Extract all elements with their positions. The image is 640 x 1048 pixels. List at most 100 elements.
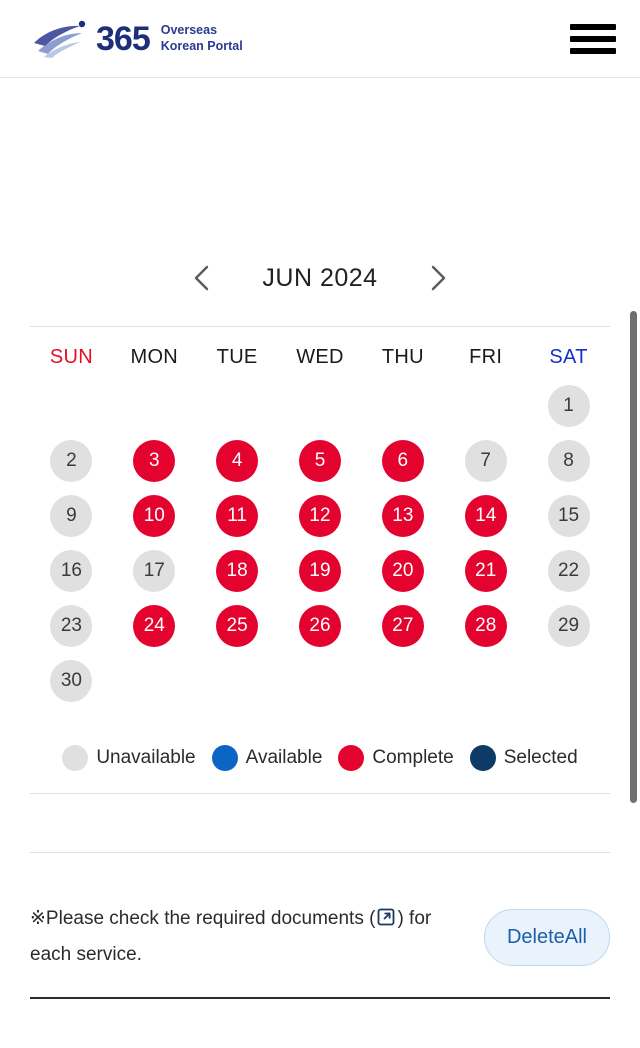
notice-text-before: ※Please check the required documents ( — [30, 908, 376, 929]
calendar-day-cell: 22 — [527, 548, 610, 593]
calendar-day-empty — [50, 385, 92, 427]
calendar-day-cell: 29 — [527, 603, 610, 648]
calendar-day-cell — [444, 658, 527, 703]
legend-label: Complete — [372, 747, 454, 768]
calendar-day-27[interactable]: 27 — [381, 604, 424, 647]
calendar-day-empty — [548, 660, 590, 702]
calendar-day-2: 2 — [50, 439, 93, 482]
calendar-day-cell — [196, 658, 279, 703]
calendar-day-cell: 8 — [527, 438, 610, 483]
brand-line-1: Overseas — [160, 23, 218, 38]
external-link-icon[interactable] — [376, 906, 396, 939]
calendar-day-26[interactable]: 26 — [298, 604, 341, 647]
calendar-day-10[interactable]: 10 — [133, 494, 176, 537]
calendar-day-cell: 12 — [279, 493, 362, 538]
calendar-day-cell — [113, 383, 196, 428]
calendar-day-empty — [216, 385, 258, 427]
calendar-day-cell: 19 — [279, 548, 362, 593]
legend-label: Available — [245, 747, 323, 768]
bottom-divider — [30, 997, 610, 1000]
calendar-day-14[interactable]: 14 — [464, 494, 507, 537]
calendar-day-cell: 6 — [361, 438, 444, 483]
calendar-day-cell: 5 — [279, 438, 362, 483]
calendar-day-cell: 28 — [444, 603, 527, 648]
calendar-day-empty — [133, 660, 175, 702]
vertical-scrollbar[interactable] — [630, 233, 637, 803]
site-header: 365 Overseas Korean Portal — [0, 0, 640, 78]
calendar-day-16: 16 — [50, 549, 93, 592]
calendar-day-cell: 10 — [113, 493, 196, 538]
calendar-day-cell: 9 — [30, 493, 113, 538]
hamburger-menu-icon[interactable] — [570, 21, 616, 57]
calendar-day-cell — [196, 383, 279, 428]
brand-logo[interactable]: 365 Overseas Korean Portal — [30, 17, 243, 61]
calendar-day-empty — [299, 385, 341, 427]
calendar-day-cell: 4 — [196, 438, 279, 483]
hamburger-bar — [570, 47, 616, 54]
calendar-day-cell: 14 — [444, 493, 527, 538]
calendar-day-cell: 16 — [30, 548, 113, 593]
calendar-day-empty — [382, 660, 424, 702]
required-documents-notice: ※Please check the required documents ( )… — [30, 903, 460, 971]
calendar-day-cell — [527, 658, 610, 703]
calendar-day-24[interactable]: 24 — [133, 604, 176, 647]
calendar-day-25[interactable]: 25 — [216, 604, 259, 647]
legend-item-selected: Selected — [469, 745, 578, 771]
booking-calendar: JUN 2024 SUN MON TUE WED THU FRI SAT 123… — [0, 78, 640, 793]
calendar-day-cell — [444, 383, 527, 428]
scrollbar-thumb[interactable] — [630, 311, 637, 803]
weekday-thu: THU — [381, 346, 424, 368]
calendar-day-20[interactable]: 20 — [381, 549, 424, 592]
calendar-day-cell: 26 — [279, 603, 362, 648]
calendar-day-cell — [113, 658, 196, 703]
calendar-day-cell: 7 — [444, 438, 527, 483]
calendar-day-23: 23 — [50, 604, 93, 647]
calendar-month-label: JUN 2024 — [262, 263, 378, 292]
calendar-day-cell: 30 — [30, 658, 113, 703]
legend-label: Unavailable — [96, 747, 196, 768]
calendar-day-17: 17 — [133, 549, 176, 592]
legend-dot-icon — [211, 745, 238, 771]
calendar-day-empty — [465, 660, 507, 702]
calendar-day-12[interactable]: 12 — [298, 494, 341, 537]
chevron-left-icon[interactable] — [185, 261, 219, 295]
weekday-mon: MON — [130, 346, 179, 368]
calendar-day-empty — [382, 385, 424, 427]
legend-dot-icon — [469, 745, 496, 771]
legend-item-unavailable: Unavailable — [62, 745, 196, 771]
calendar-day-cell: 18 — [196, 548, 279, 593]
brand-number: 365 — [96, 19, 151, 58]
calendar-day-cell: 11 — [196, 493, 279, 538]
calendar-day-28[interactable]: 28 — [464, 604, 507, 647]
calendar-day-5[interactable]: 5 — [298, 439, 341, 482]
calendar-day-8: 8 — [547, 439, 590, 482]
legend-dot-icon — [62, 745, 89, 771]
legend-dot-icon — [338, 745, 365, 771]
calendar-day-3[interactable]: 3 — [133, 439, 176, 482]
calendar-day-empty — [299, 660, 341, 702]
calendar-day-6[interactable]: 6 — [381, 439, 424, 482]
brand-line-2: Korean Portal — [160, 38, 243, 53]
calendar-day-18[interactable]: 18 — [216, 549, 259, 592]
calendar-day-4[interactable]: 4 — [216, 439, 259, 482]
calendar-day-21[interactable]: 21 — [464, 549, 507, 592]
calendar-day-grid: 1 2 3 4 5 6 7 8 9 10 11 12 13 14 15 16 17 18 19 20 21 22 23 24 2… — [30, 383, 610, 703]
calendar-day-cell: 3 — [113, 438, 196, 483]
legend-label: Selected — [503, 747, 578, 768]
calendar-day-cell — [279, 383, 362, 428]
calendar-day-empty — [216, 660, 258, 702]
weekday-tue: TUE — [216, 346, 258, 368]
calendar-day-cell — [361, 658, 444, 703]
delete-all-button[interactable]: DeleteAll — [483, 908, 610, 966]
page-scroll-region: JUN 2024 SUN MON TUE WED THU FRI SAT 123… — [0, 78, 640, 1048]
calendar-day-11[interactable]: 11 — [216, 494, 259, 537]
brand-wordmark: Overseas Korean Portal — [161, 23, 243, 54]
notice-section: ※Please check the required documents ( )… — [0, 903, 640, 971]
calendar-day-19[interactable]: 19 — [298, 549, 341, 592]
hamburger-bar — [570, 23, 616, 30]
calendar-day-cell: 24 — [113, 603, 196, 648]
chevron-right-icon[interactable] — [421, 261, 455, 295]
calendar-day-13[interactable]: 13 — [381, 494, 424, 537]
calendar-day-cell: 2 — [30, 438, 113, 483]
calendar-day-cell: 27 — [361, 603, 444, 648]
